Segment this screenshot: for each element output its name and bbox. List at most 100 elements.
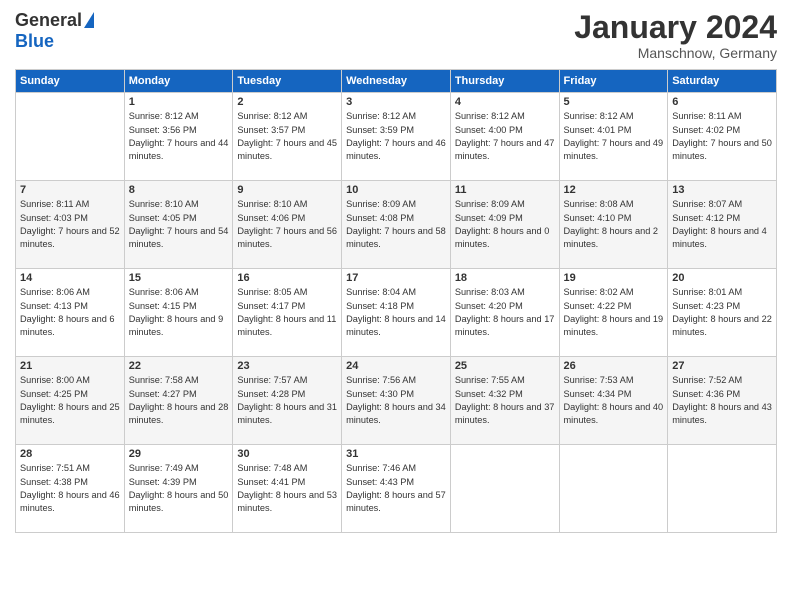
day-info: Sunrise: 8:11 AMSunset: 4:03 PMDaylight:… (20, 198, 120, 251)
calendar-cell (450, 445, 559, 533)
week-row-2: 7 Sunrise: 8:11 AMSunset: 4:03 PMDaylight… (16, 181, 777, 269)
day-header-tuesday: Tuesday (233, 70, 342, 93)
week-row-4: 21Sunrise: 8:00 AMSunset: 4:25 PMDayligh… (16, 357, 777, 445)
calendar-cell: 1 Sunrise: 8:12 AMSunset: 3:56 PMDaylight… (124, 93, 233, 181)
day-number: 14 (20, 272, 120, 284)
calendar-cell: 28Sunrise: 7:51 AMSunset: 4:38 PMDayligh… (16, 445, 125, 533)
day-number: 25 (455, 360, 555, 372)
day-number: 17 (346, 272, 446, 284)
day-number: 15 (129, 272, 229, 284)
calendar-cell: 29 Sunrise: 7:49 AMSunset: 4:39 PMDayligh… (124, 445, 233, 533)
day-info: Sunrise: 8:03 AMSunset: 4:20 PMDaylight:… (455, 286, 555, 339)
logo-general-text: General (15, 10, 82, 31)
day-info: Sunrise: 7:55 AMSunset: 4:32 PMDaylight:… (455, 374, 555, 427)
day-header-wednesday: Wednesday (342, 70, 451, 93)
calendar-cell: 23 Sunrise: 7:57 AMSunset: 4:28 PMDayligh… (233, 357, 342, 445)
calendar-cell (16, 93, 125, 181)
day-info: Sunrise: 8:10 AMSunset: 4:06 PMDaylight:… (237, 198, 337, 251)
title-section: January 2024 Manschnow, Germany (574, 10, 777, 61)
calendar-container: General Blue January 2024 Manschnow, Ger… (0, 0, 792, 612)
calendar-cell: 31Sunrise: 7:46 AMSunset: 4:43 PMDayligh… (342, 445, 451, 533)
day-info: Sunrise: 8:05 AMSunset: 4:17 PMDaylight:… (237, 286, 337, 339)
calendar-cell: 18 Sunrise: 8:03 AMSunset: 4:20 PMDayligh… (450, 269, 559, 357)
day-info: Sunrise: 7:48 AMSunset: 4:41 PMDaylight:… (237, 462, 337, 515)
day-number: 4 (455, 96, 555, 108)
day-header-friday: Friday (559, 70, 668, 93)
calendar-cell: 27 Sunrise: 7:52 AMSunset: 4:36 PMDayligh… (668, 357, 777, 445)
location: Manschnow, Germany (574, 45, 777, 61)
day-number: 5 (564, 96, 664, 108)
day-info: Sunrise: 8:12 AMSunset: 3:57 PMDaylight:… (237, 110, 337, 163)
day-number: 31 (346, 448, 446, 460)
month-title: January 2024 (574, 10, 777, 45)
day-number: 8 (129, 184, 229, 196)
week-row-1: 1 Sunrise: 8:12 AMSunset: 3:56 PMDaylight… (16, 93, 777, 181)
day-number: 19 (564, 272, 664, 284)
calendar-cell: 4Sunrise: 8:12 AMSunset: 4:00 PMDaylight… (450, 93, 559, 181)
calendar-cell: 17 Sunrise: 8:04 AMSunset: 4:18 PMDayligh… (342, 269, 451, 357)
day-number: 30 (237, 448, 337, 460)
day-number: 27 (672, 360, 772, 372)
calendar-cell: 12 Sunrise: 8:08 AMSunset: 4:10 PMDayligh… (559, 181, 668, 269)
day-header-monday: Monday (124, 70, 233, 93)
day-number: 24 (346, 360, 446, 372)
day-number: 13 (672, 184, 772, 196)
day-info: Sunrise: 7:51 AMSunset: 4:38 PMDaylight:… (20, 462, 120, 515)
day-number: 18 (455, 272, 555, 284)
day-number: 11 (455, 184, 555, 196)
day-number: 3 (346, 96, 446, 108)
day-number: 6 (672, 96, 772, 108)
calendar-cell: 30 Sunrise: 7:48 AMSunset: 4:41 PMDayligh… (233, 445, 342, 533)
day-info: Sunrise: 7:52 AMSunset: 4:36 PMDaylight:… (672, 374, 772, 427)
calendar-cell: 10Sunrise: 8:09 AMSunset: 4:08 PMDayligh… (342, 181, 451, 269)
calendar-cell: 26Sunrise: 7:53 AMSunset: 4:34 PMDayligh… (559, 357, 668, 445)
calendar-cell: 22 Sunrise: 7:58 AMSunset: 4:27 PMDayligh… (124, 357, 233, 445)
day-number: 10 (346, 184, 446, 196)
logo-blue-text: Blue (15, 31, 54, 52)
calendar-cell: 24 Sunrise: 7:56 AMSunset: 4:30 PMDayligh… (342, 357, 451, 445)
header-row: SundayMondayTuesdayWednesdayThursdayFrid… (16, 70, 777, 93)
day-info: Sunrise: 8:08 AMSunset: 4:10 PMDaylight:… (564, 198, 664, 251)
day-header-saturday: Saturday (668, 70, 777, 93)
header: General Blue January 2024 Manschnow, Ger… (15, 10, 777, 61)
calendar-cell: 8Sunrise: 8:10 AMSunset: 4:05 PMDaylight… (124, 181, 233, 269)
day-info: Sunrise: 8:02 AMSunset: 4:22 PMDaylight:… (564, 286, 664, 339)
day-number: 29 (129, 448, 229, 460)
day-number: 22 (129, 360, 229, 372)
day-number: 2 (237, 96, 337, 108)
day-number: 21 (20, 360, 120, 372)
day-info: Sunrise: 7:57 AMSunset: 4:28 PMDaylight:… (237, 374, 337, 427)
calendar-cell: 5 Sunrise: 8:12 AMSunset: 4:01 PMDaylight… (559, 93, 668, 181)
calendar-cell: 20Sunrise: 8:01 AMSunset: 4:23 PMDayligh… (668, 269, 777, 357)
day-number: 16 (237, 272, 337, 284)
calendar-cell: 9 Sunrise: 8:10 AMSunset: 4:06 PMDaylight… (233, 181, 342, 269)
calendar-cell: 6 Sunrise: 8:11 AMSunset: 4:02 PMDaylight… (668, 93, 777, 181)
calendar-table: SundayMondayTuesdayWednesdayThursdayFrid… (15, 69, 777, 533)
calendar-cell: 25 Sunrise: 7:55 AMSunset: 4:32 PMDayligh… (450, 357, 559, 445)
logo: General Blue (15, 10, 94, 52)
day-info: Sunrise: 8:12 AMSunset: 3:56 PMDaylight:… (129, 110, 229, 163)
calendar-cell (559, 445, 668, 533)
day-number: 7 (20, 184, 120, 196)
day-number: 26 (564, 360, 664, 372)
day-number: 9 (237, 184, 337, 196)
day-info: Sunrise: 8:12 AMSunset: 4:01 PMDaylight:… (564, 110, 664, 163)
day-info: Sunrise: 7:56 AMSunset: 4:30 PMDaylight:… (346, 374, 446, 427)
week-row-5: 28Sunrise: 7:51 AMSunset: 4:38 PMDayligh… (16, 445, 777, 533)
calendar-cell: 2 Sunrise: 8:12 AMSunset: 3:57 PMDaylight… (233, 93, 342, 181)
calendar-cell: 11 Sunrise: 8:09 AMSunset: 4:09 PMDayligh… (450, 181, 559, 269)
day-number: 1 (129, 96, 229, 108)
day-number: 23 (237, 360, 337, 372)
calendar-cell: 3Sunrise: 8:12 AMSunset: 3:59 PMDaylight… (342, 93, 451, 181)
day-info: Sunrise: 8:04 AMSunset: 4:18 PMDaylight:… (346, 286, 446, 339)
day-number: 12 (564, 184, 664, 196)
day-info: Sunrise: 8:09 AMSunset: 4:09 PMDaylight:… (455, 198, 555, 251)
calendar-cell: 19 Sunrise: 8:02 AMSunset: 4:22 PMDayligh… (559, 269, 668, 357)
day-info: Sunrise: 7:58 AMSunset: 4:27 PMDaylight:… (129, 374, 229, 427)
day-info: Sunrise: 7:49 AMSunset: 4:39 PMDaylight:… (129, 462, 229, 515)
week-row-3: 14Sunrise: 8:06 AMSunset: 4:13 PMDayligh… (16, 269, 777, 357)
day-info: Sunrise: 8:07 AMSunset: 4:12 PMDaylight:… (672, 198, 772, 251)
day-info: Sunrise: 8:11 AMSunset: 4:02 PMDaylight:… (672, 110, 772, 163)
calendar-cell: 16 Sunrise: 8:05 AMSunset: 4:17 PMDayligh… (233, 269, 342, 357)
day-header-sunday: Sunday (16, 70, 125, 93)
